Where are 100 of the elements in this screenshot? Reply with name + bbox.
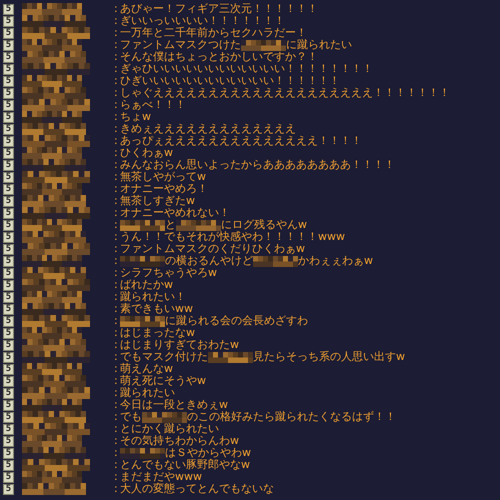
level-badge: 5 [3,304,14,314]
redacted-name [22,375,86,387]
chat-message: あびゃー！フィギア三次元！！！！！！ [120,3,318,15]
level-badge: 5 [3,76,14,86]
chat-message: きめぇえええええええええええええ [120,123,296,135]
redacted-name [22,123,86,135]
level-badge: 5 [3,196,14,206]
redacted-name [22,315,90,327]
level-badge: 5 [3,472,14,482]
chat-message: 蹴られたい！ [120,291,186,303]
chat-message: 素できもいww [120,303,193,315]
redacted-name [22,195,86,207]
redacted-name [22,363,82,375]
separator: : [114,339,119,351]
level-badge: 5 [3,268,14,278]
level-badge: 5 [3,352,14,362]
chat-message: ファントムマスクつけた [120,39,241,51]
separator: : [114,387,119,399]
redacted-name [22,255,82,267]
chat-message: 萌え死にそうやw [120,375,206,387]
chat-message: 無茶しやがってw [120,171,206,183]
separator: : [114,123,119,135]
redacted-name [22,399,82,411]
chat-message: 一万年と二千年前からセクハラだー！ [120,27,307,39]
separator: : [114,315,119,327]
level-badge: 5 [3,52,14,62]
separator: : [114,15,119,27]
redacted-name [22,327,82,339]
redacted-name [22,207,90,219]
chat-message: でもマスク付けた [120,351,208,363]
redacted-name [142,412,187,422]
redacted-name [22,339,86,351]
chat-message: とんでもない豚野郎やなw [120,459,250,471]
redacted-name [22,219,82,231]
separator: : [114,267,119,279]
level-badge: 5 [3,448,14,458]
redacted-name [22,387,90,399]
level-badge: 5 [3,388,14,398]
redacted-name [22,15,86,27]
level-badge: 5 [3,16,14,26]
chat-message: ぎいいっいいいい！！！！！！！ [120,15,285,27]
level-badge: 5 [3,424,14,434]
chat-message: ちょw [120,111,151,123]
level-badge: 5 [3,88,14,98]
redacted-name [208,352,253,362]
level-badge: 5 [3,328,14,338]
level-badge: 5 [3,484,14,494]
chat-message: に蹴られたい [286,39,352,51]
redacted-name [22,159,86,171]
redacted-name [22,459,90,471]
chat-message: うん！！でもそれが快感やわ！！！！！www [120,231,345,243]
chat-message: と [165,219,176,231]
chat-message: ひくわぁw [120,147,173,159]
redacted-name [22,51,86,63]
separator: : [114,27,119,39]
level-badge: 5 [3,184,14,194]
level-badge: 5 [3,148,14,158]
separator: : [114,471,119,483]
separator: : [114,51,119,63]
separator: : [114,399,119,411]
level-badge: 5 [3,160,14,170]
separator: : [114,219,119,231]
level-badge: 5 [3,112,14,122]
redacted-name [22,279,90,291]
level-badge: 5 [3,412,14,422]
chat-message: にログ残るやんw [221,219,307,231]
separator: : [114,87,119,99]
level-badge: 5 [3,400,14,410]
level-badge: 5 [3,280,14,290]
chat-message: らぁべ！！！ [120,99,186,111]
chat-message: 無茶しすぎたw [120,195,195,207]
separator: : [114,171,119,183]
redacted-name [22,231,86,243]
separator: : [114,423,119,435]
chat-message: の横おるんやけど [165,255,253,267]
separator: : [114,207,119,219]
redacted-name [22,411,86,423]
chat-message: オナニーやめろ！ [120,183,208,195]
redacted-name [22,303,86,315]
separator: : [114,327,119,339]
level-badge: 5 [3,124,14,134]
redacted-name [22,183,82,195]
chat-message: その気持ちわからんわw [120,435,239,447]
redacted-name [120,448,165,458]
redacted-name [22,99,90,111]
chat-message: かわぇぇわぁw [298,255,373,267]
redacted-name [120,220,165,230]
chat-message: はじまったなw [120,327,195,339]
separator: : [114,243,119,255]
separator: : [114,447,119,459]
separator: : [114,375,119,387]
chat-message: そんな僕はちょっとおかしいですか？！ [120,51,318,63]
separator: : [114,279,119,291]
chat-message: オナニーやめれない！ [120,207,230,219]
level-badge: 5 [3,244,14,254]
chat-message: はＳやからやわw [165,447,251,459]
redacted-name [22,147,82,159]
separator: : [114,255,119,267]
redacted-name [22,63,90,75]
chat-message: ぎゃひいいいいいいいいいいいい！！！！！！！！ [120,63,373,75]
